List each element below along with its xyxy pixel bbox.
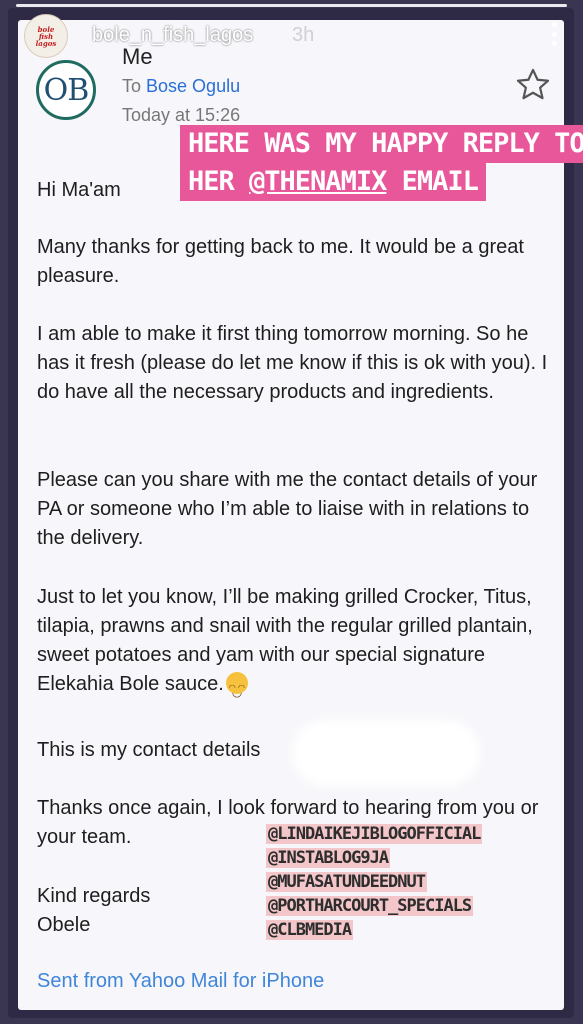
story-avatar[interactable]: bole fish lagos [24, 14, 68, 58]
recipient-name[interactable]: Bose Ogulu [146, 76, 240, 96]
mention-tag[interactable]: @CLBMEDIA [266, 920, 482, 940]
email-paragraph: Many thanks for getting back to me. It w… [37, 236, 524, 287]
redacted-contact [300, 728, 472, 778]
caption-mention[interactable]: @THENAMIX [249, 166, 387, 197]
caption-line-1: HERE WAS MY HAPPY REPLY TO [180, 125, 583, 163]
smile-emoji-icon [225, 672, 248, 707]
email-date: Today at 15:26 [122, 105, 241, 125]
sender-avatar: OB [36, 60, 96, 120]
email-from: Me [122, 44, 153, 69]
story-header: bole fish lagos bole_n_fish_lagos 3h [24, 14, 564, 58]
email-paragraph: Just to let you know, I’ll be making gri… [37, 583, 557, 707]
to-prefix: To [122, 76, 142, 96]
email-to-line: To Bose Ogulu [122, 76, 240, 97]
mention-tag[interactable]: @PORTHARCOURT_SPECIALS [266, 896, 482, 916]
story-avatar-logo: bole fish lagos [35, 24, 57, 48]
caption-line-2: HER @THENAMIX EMAIL [180, 163, 486, 201]
menu-paragraph-text: Just to let you know, I’ll be making gri… [37, 586, 533, 695]
star-icon[interactable] [514, 66, 552, 104]
mention-tag[interactable]: @MUFASATUNDEEDNUT [266, 872, 482, 892]
caption-suffix: EMAIL [386, 166, 479, 197]
mention-tag[interactable]: @LINDAIKEJIBLOGOFFICIAL [266, 824, 483, 844]
mail-signature-link[interactable]: Sent from Yahoo Mail for iPhone [37, 970, 324, 993]
contact-line: This is my contact details [37, 739, 261, 761]
story-timestamp: 3h [292, 24, 315, 46]
email-paragraph: Please can you share with me the contact… [37, 469, 538, 549]
caption-prefix: HER [188, 166, 250, 197]
story-progress-bar [16, 4, 567, 7]
mention-tag[interactable]: @INSTABLOG9JA [266, 848, 482, 868]
email-paragraph: I am able to make it first thing tomorro… [37, 323, 548, 403]
mention-tags: @LINDAIKEJIBLOGOFFICIAL @INSTABLOG9JA @M… [266, 824, 483, 944]
more-options-icon[interactable] [552, 22, 558, 46]
story-username[interactable]: bole_n_fish_lagos [92, 24, 253, 47]
